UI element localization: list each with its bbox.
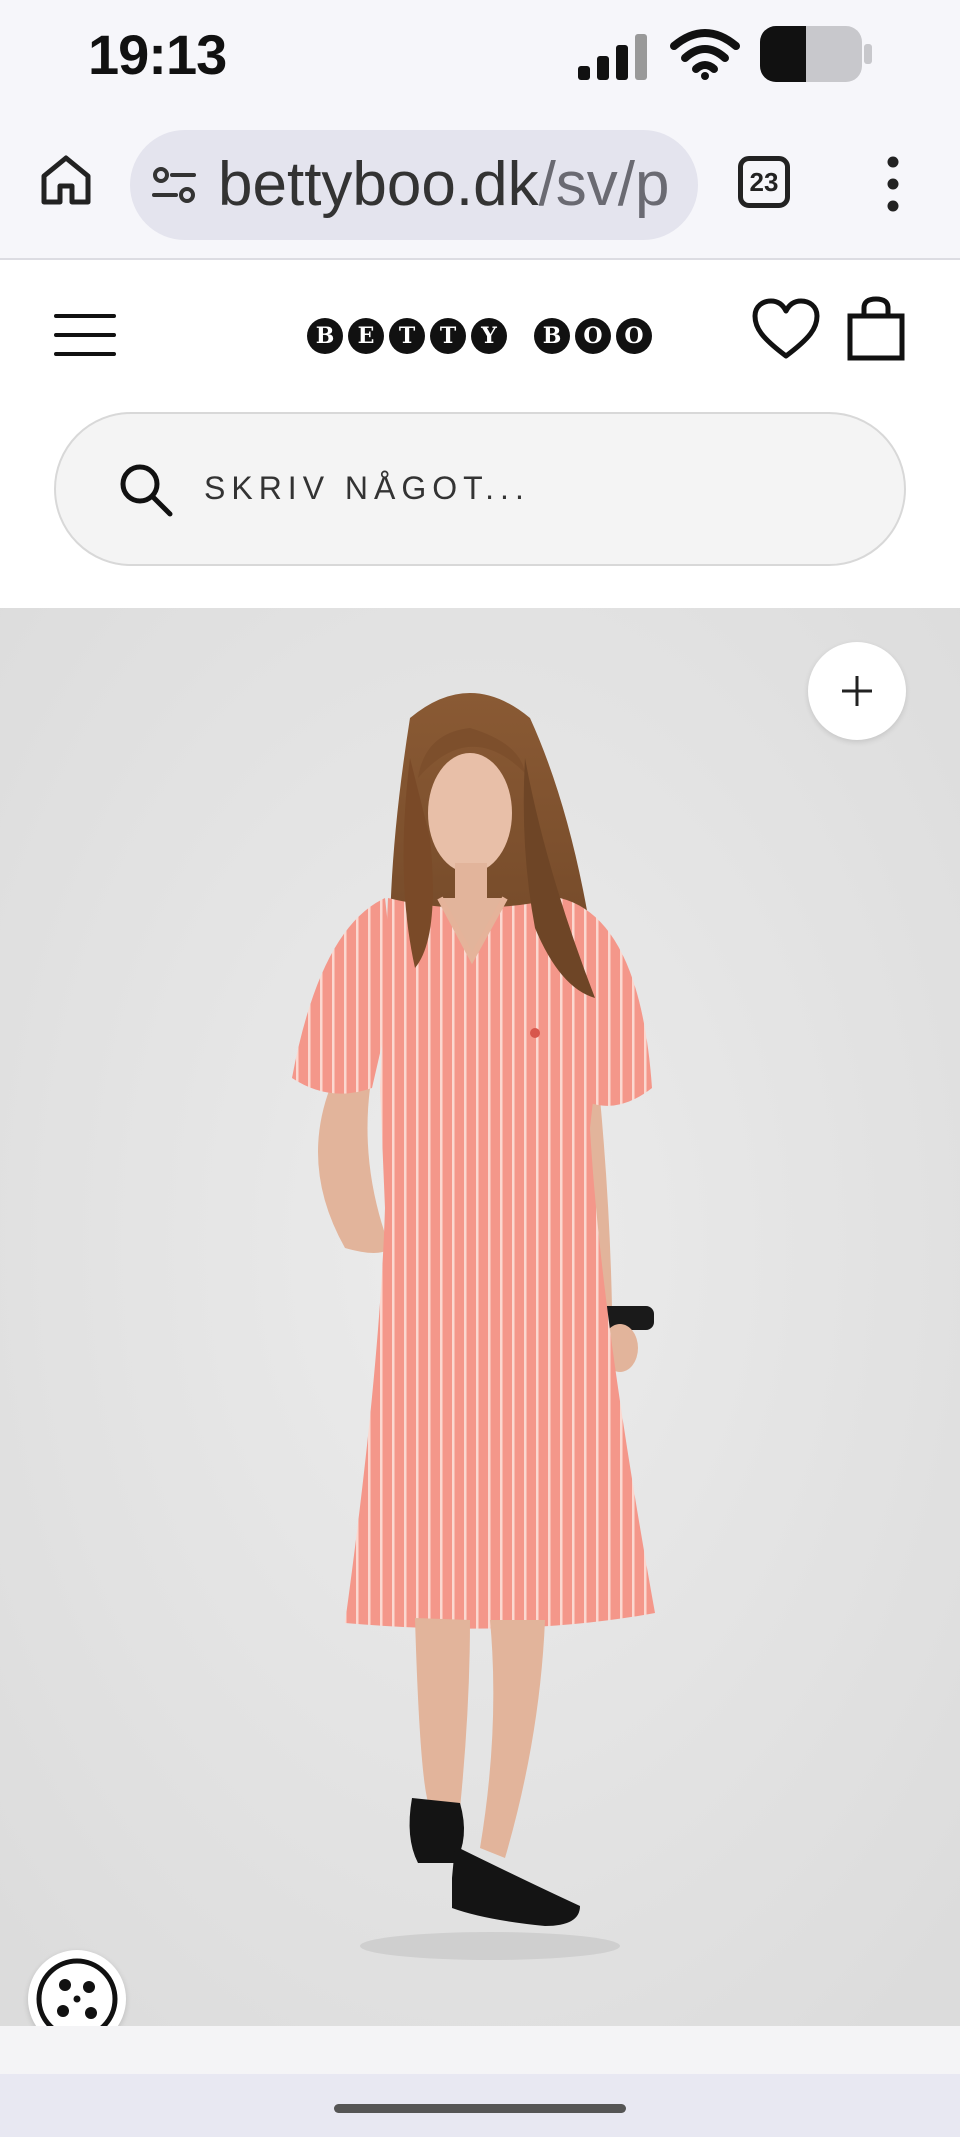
cellular-signal-icon [578, 34, 647, 80]
logo-letter: B [534, 318, 570, 354]
zoom-button[interactable] [808, 642, 906, 740]
search-input[interactable]: SKRIV NÅGOT... [54, 412, 906, 566]
model-photo [0, 608, 960, 2026]
site-logo[interactable]: BETTYBOO [307, 314, 657, 358]
hamburger-menu-icon[interactable] [54, 312, 116, 358]
url-text[interactable]: bettyboo.dk/sv/p [218, 150, 688, 220]
site-header: BETTYBOO SKRIV NÅGOT... [0, 262, 960, 608]
search-placeholder[interactable]: SKRIV NÅGOT... [204, 470, 530, 507]
logo-letter: O [616, 318, 652, 354]
logo-letter: B [307, 318, 343, 354]
cookie-icon [36, 1958, 118, 2026]
home-indicator[interactable] [334, 2104, 626, 2113]
heart-icon[interactable] [752, 298, 820, 360]
search-icon[interactable] [116, 460, 176, 520]
tab-switcher-button[interactable]: 23 [738, 156, 790, 208]
status-time: 19:13 [88, 23, 227, 86]
logo-letter: O [575, 318, 611, 354]
battery-icon [760, 26, 872, 82]
status-bar: 19:13 [0, 0, 960, 112]
shopping-bag-icon[interactable] [846, 296, 906, 362]
plus-icon [842, 676, 872, 706]
more-vert-icon[interactable] [878, 154, 908, 214]
logo-letter: E [348, 318, 384, 354]
tune-icon[interactable] [152, 166, 196, 204]
home-icon[interactable] [36, 150, 96, 210]
url-domain: bettyboo.dk [218, 150, 539, 219]
cookie-settings-button[interactable] [28, 1950, 126, 2026]
page-bottom-strip [0, 2026, 960, 2074]
wifi-icon [670, 29, 740, 80]
browser-toolbar: bettyboo.dk/sv/p 23 [0, 112, 960, 260]
address-bar[interactable]: bettyboo.dk/sv/p [130, 130, 698, 240]
url-path: /sv/p [538, 150, 670, 219]
logo-letter: Y [471, 318, 507, 354]
product-image[interactable] [0, 608, 960, 2026]
logo-letter: T [430, 318, 466, 354]
logo-letter: T [389, 318, 425, 354]
system-navigation-bar [0, 2074, 960, 2137]
